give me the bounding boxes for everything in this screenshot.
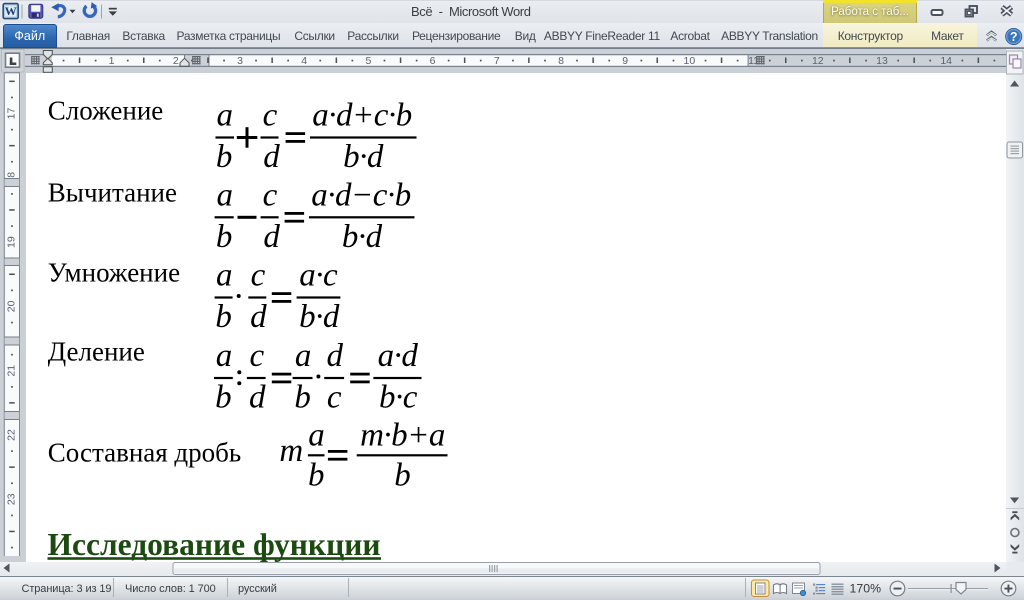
svg-text:170%: 170%	[850, 582, 882, 596]
